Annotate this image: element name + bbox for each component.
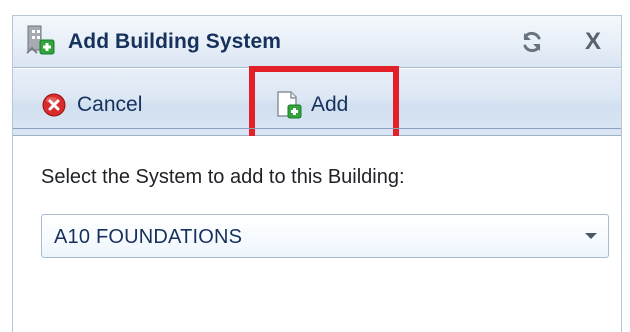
dialog-titlebar: Add Building System X: [13, 16, 621, 68]
add-label: Add: [311, 93, 349, 116]
system-select[interactable]: A10 FOUNDATIONS: [41, 214, 609, 258]
system-select-value: A10 FOUNDATIONS: [54, 226, 243, 248]
system-select-prompt: Select the System to add to this Buildin…: [41, 166, 405, 188]
refresh-icon: [520, 30, 544, 54]
toolbar-divider: [13, 128, 621, 129]
cancel-button[interactable]: Cancel: [41, 91, 142, 119]
close-icon: X: [584, 28, 601, 55]
chevron-down-icon[interactable]: [585, 233, 597, 239]
cancel-icon: [41, 92, 67, 118]
add-button[interactable]: Add: [275, 89, 348, 121]
dialog-title: Add Building System: [68, 30, 282, 53]
add-document-icon: [275, 90, 303, 120]
building-system-icon: [25, 24, 59, 58]
cancel-label: Cancel: [77, 93, 143, 116]
stage: Add Building System X Cancel Add Select …: [0, 0, 630, 332]
dialog-toolbar: Cancel Add: [13, 66, 621, 150]
add-building-system-dialog: Add Building System X Cancel Add Select …: [12, 15, 622, 332]
dialog-content: Select the System to add to this Buildin…: [13, 136, 621, 331]
close-button[interactable]: X: [578, 27, 608, 57]
refresh-button[interactable]: [518, 28, 546, 56]
